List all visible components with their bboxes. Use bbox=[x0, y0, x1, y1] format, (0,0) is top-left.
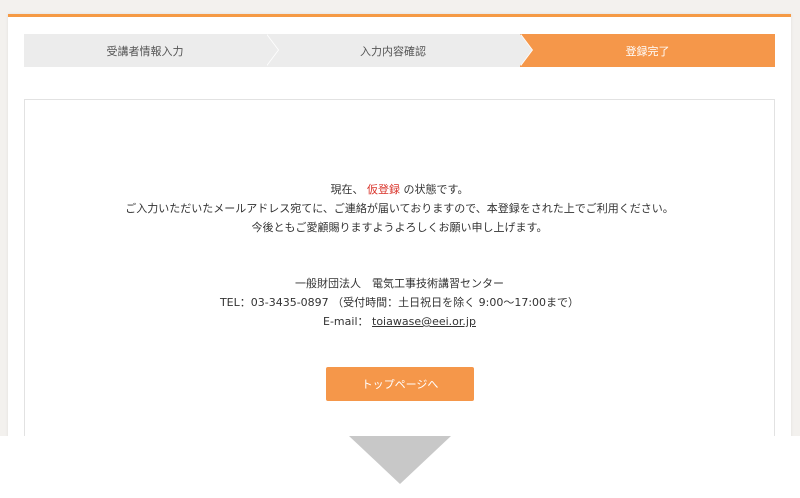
down-triangle-icon bbox=[349, 436, 451, 484]
step-complete-label: 登録完了 bbox=[625, 44, 670, 58]
status-line: 現在、 仮登録 の状態です。 bbox=[25, 180, 774, 199]
step-confirm: 入力内容確認 bbox=[266, 34, 533, 67]
status-suffix: の状態です。 bbox=[403, 183, 469, 196]
step-participant-info-label: 受講者情報入力 bbox=[106, 44, 184, 58]
email-label: E-mail： bbox=[323, 315, 369, 328]
closing-greeting: 今後ともご愛顧賜りますようよろしくお願い申し上げます。 bbox=[251, 221, 548, 234]
registration-card: 受講者情報入力 入力内容確認 登録完了 現在、 仮登録 の状態です。 ご入力いた… bbox=[8, 14, 791, 436]
organization-name: 一般財団法人 電気工事技術講習センター bbox=[295, 277, 504, 290]
email-link[interactable]: toiawase@eei.or.jp bbox=[372, 315, 476, 328]
status-message: 現在、 仮登録 の状態です。 ご入力いただいたメールアドレス宛てに、ご連絡が届い… bbox=[25, 180, 774, 237]
status-prefix: 現在、 bbox=[330, 183, 364, 196]
contact-info: 一般財団法人 電気工事技術講習センター TEL：03-3435-0897 （受付… bbox=[25, 274, 774, 331]
provisional-registration-text: 仮登録 bbox=[367, 183, 401, 196]
progress-steps: 受講者情報入力 入力内容確認 登録完了 bbox=[24, 34, 775, 67]
page-background: 受講者情報入力 入力内容確認 登録完了 現在、 仮登録 の状態です。 ご入力いた… bbox=[0, 0, 800, 436]
step-confirm-label: 入力内容確認 bbox=[360, 44, 426, 58]
email-notice: ご入力いただいたメールアドレス宛てに、ご連絡が届いておりますので、本登録をされた… bbox=[125, 202, 674, 215]
step-participant-info: 受講者情報入力 bbox=[24, 34, 279, 67]
step-complete: 登録完了 bbox=[520, 34, 775, 67]
telephone-info: TEL：03-3435-0897 （受付時間：土日祝日を除く 9:00～17:0… bbox=[219, 296, 580, 309]
email-info: E-mail： toiawase@eei.or.jp bbox=[25, 312, 774, 331]
top-page-button[interactable]: トップページへ bbox=[326, 367, 474, 401]
completion-message-box: 現在、 仮登録 の状態です。 ご入力いただいたメールアドレス宛てに、ご連絡が届い… bbox=[24, 99, 775, 436]
